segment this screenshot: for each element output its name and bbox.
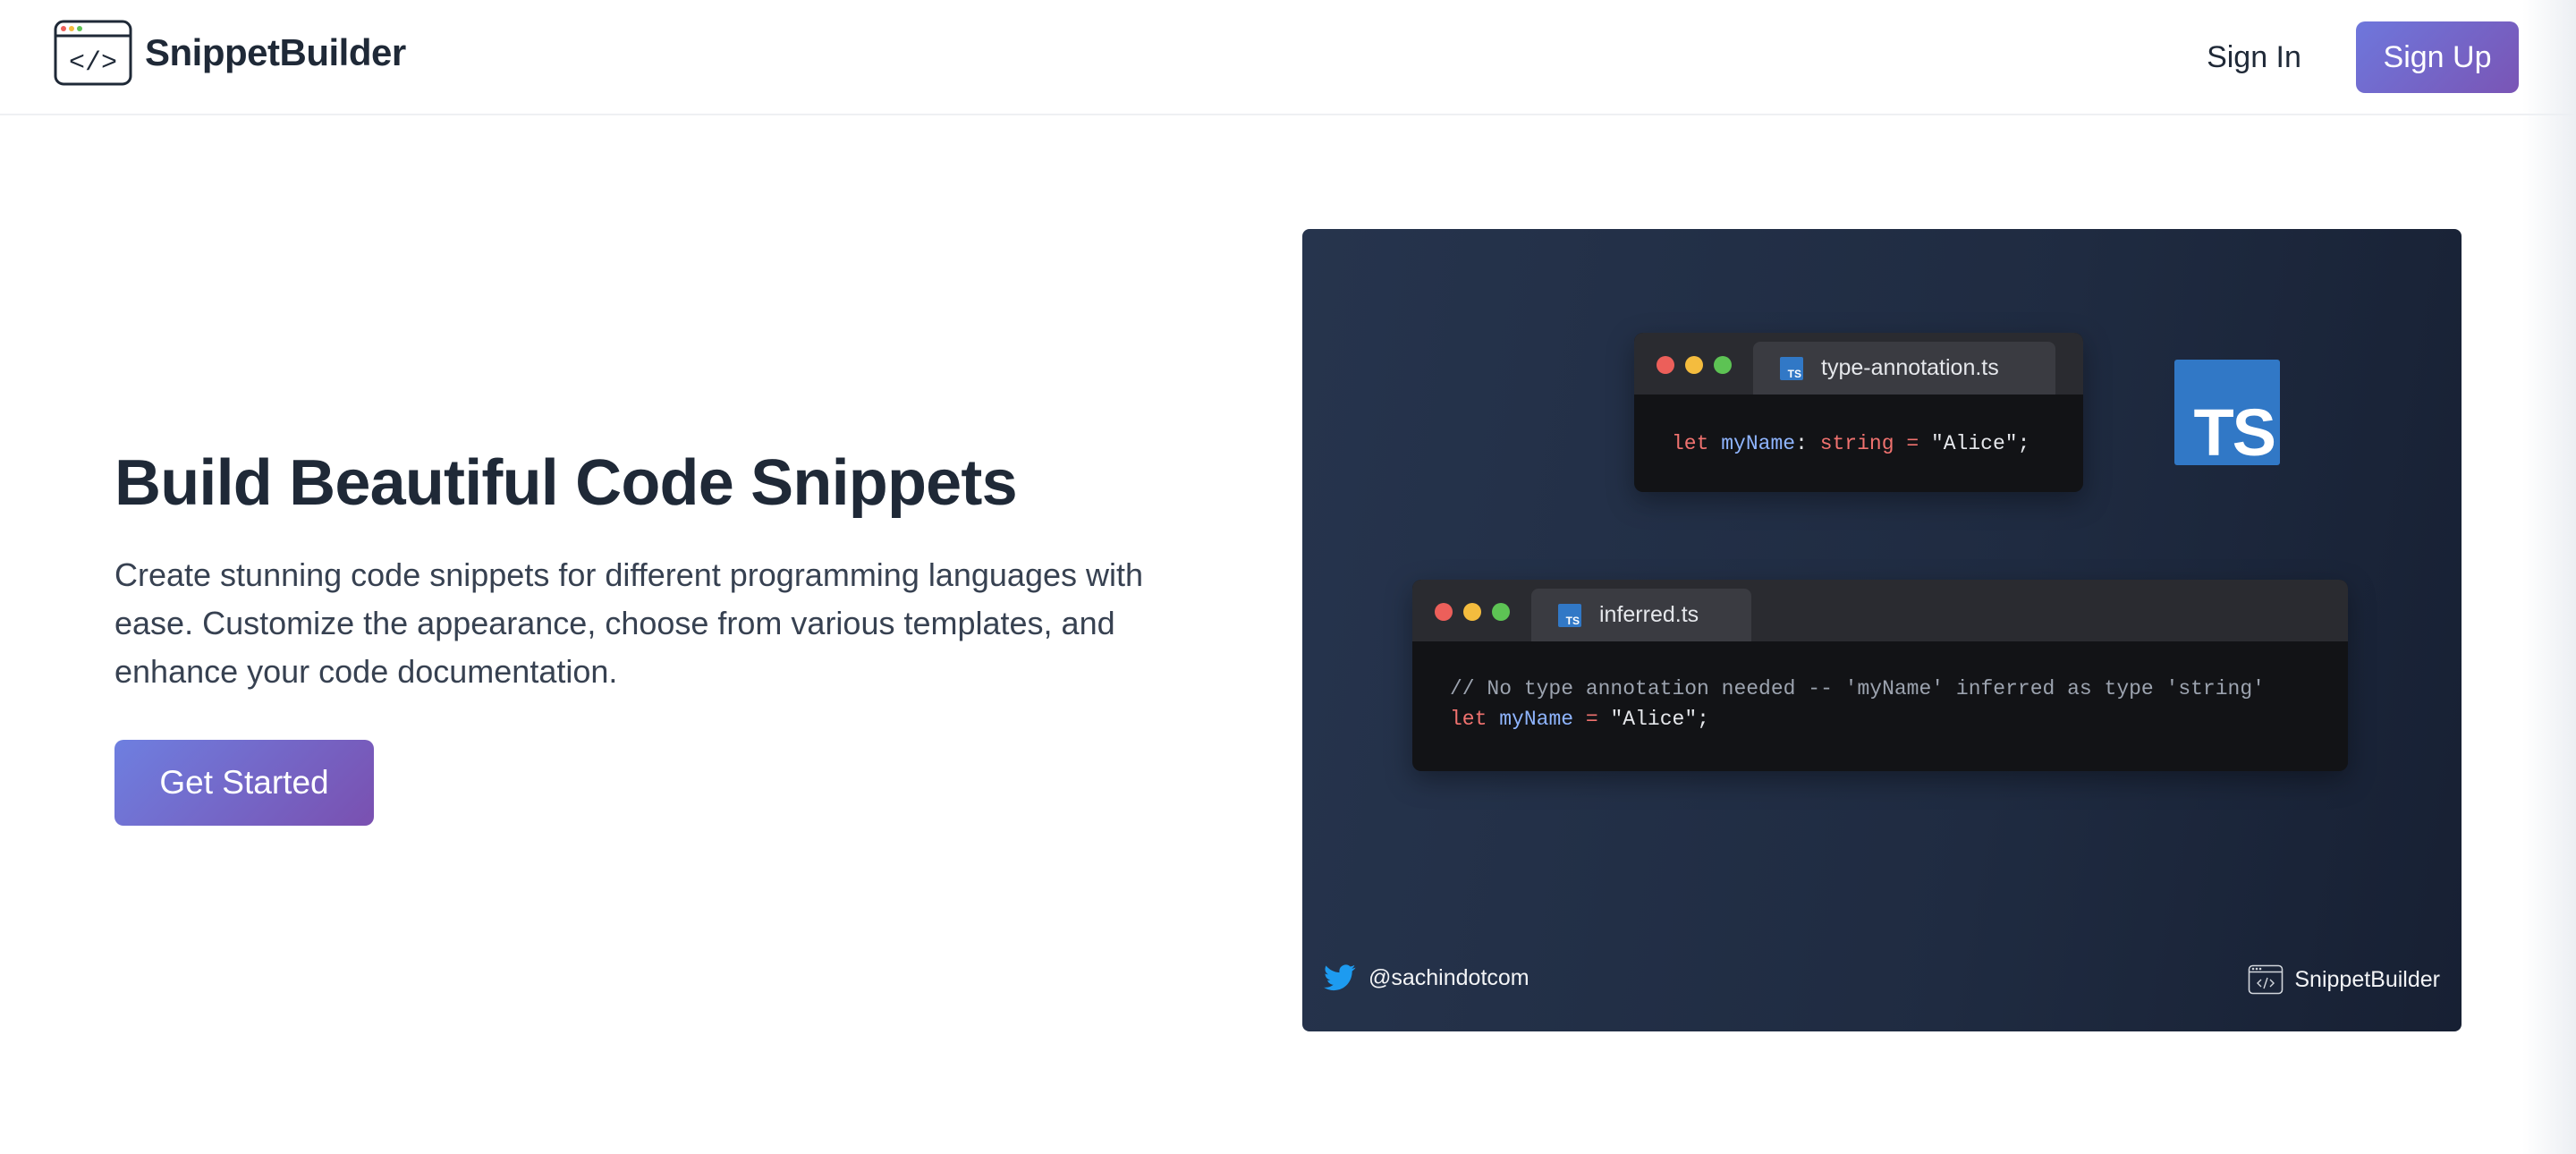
logo-text: SnippetBuilder <box>145 31 406 73</box>
file-tab: TS inferred.ts <box>1531 589 1751 641</box>
logo[interactable]: </> SnippetBuilder <box>54 20 406 86</box>
close-dot-icon <box>1435 603 1453 621</box>
file-tab-label: type-annotation.ts <box>1821 355 1999 380</box>
brand-name: SnippetBuilder <box>2294 966 2440 992</box>
author-credit: @sachindotcom <box>1324 964 1530 991</box>
file-tab-label: inferred.ts <box>1599 602 1699 627</box>
get-started-button[interactable]: Get Started <box>114 740 374 826</box>
code-window-icon: </> <box>54 20 132 86</box>
close-dot-icon <box>1657 356 1674 374</box>
hero-title: Build Beautiful Code Snippets <box>114 447 1018 519</box>
code-window-icon <box>2249 964 2284 995</box>
maximize-dot-icon <box>1714 356 1732 374</box>
sign-up-button[interactable]: Sign Up <box>2356 21 2519 93</box>
code-block: let myName: string = "Alice"; <box>1672 432 2030 455</box>
minimize-dot-icon <box>1685 356 1703 374</box>
top-nav: </> SnippetBuilder Sign In Sign Up <box>0 0 2576 115</box>
brand-watermark: SnippetBuilder <box>2248 964 2440 995</box>
typescript-icon: TS <box>1558 603 1581 627</box>
code-window-inferred: TS inferred.ts // No type annotation nee… <box>1412 580 2348 771</box>
file-tab: TS type-annotation.ts <box>1753 342 2055 395</box>
code-comment: // No type annotation needed -- 'myName'… <box>1450 677 2265 700</box>
maximize-dot-icon <box>1492 603 1510 621</box>
hero-description: Create stunning code snippets for differ… <box>114 556 1144 690</box>
typescript-logo-icon: TS <box>2174 360 2280 470</box>
window-titlebar: TS type-annotation.ts <box>1634 333 2083 395</box>
minimize-dot-icon <box>1463 603 1481 621</box>
window-titlebar: TS inferred.ts <box>1412 580 2348 641</box>
twitter-handle: @sachindotcom <box>1368 964 1530 990</box>
scroll-edge <box>2522 0 2576 1154</box>
code-block: // No type annotation needed -- 'myName'… <box>1450 677 2265 731</box>
snippet-preview: TS type-annotation.ts let myName: string… <box>1302 229 2462 1031</box>
code-window-type-annotation: TS type-annotation.ts let myName: string… <box>1634 333 2083 492</box>
sign-in-button[interactable]: Sign In <box>2182 25 2326 89</box>
typescript-icon: TS <box>1780 356 1803 380</box>
logo-glyph: </> <box>69 48 117 79</box>
twitter-icon <box>1324 964 1356 991</box>
page: </> SnippetBuilder Sign In Sign Up Build… <box>0 0 2576 1154</box>
typescript-logo-text: TS <box>2193 395 2276 470</box>
